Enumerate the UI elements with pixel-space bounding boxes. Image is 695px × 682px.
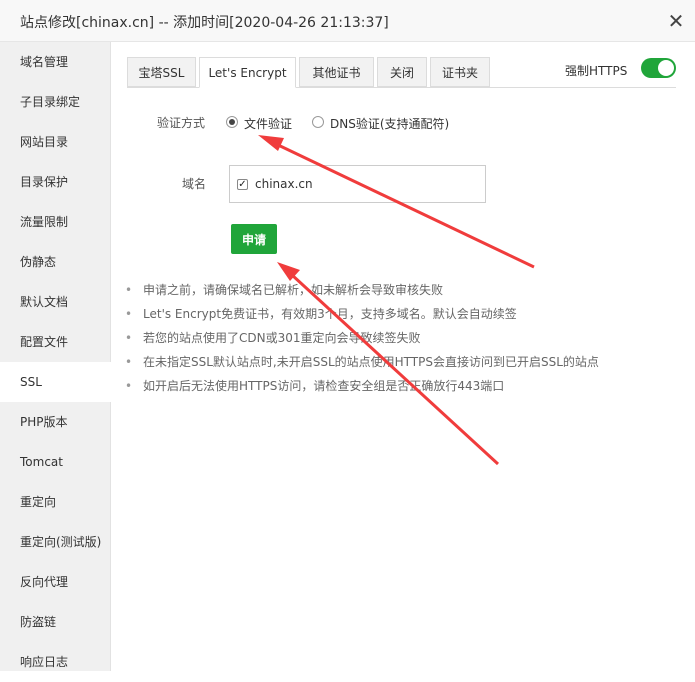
sidebar-item-domain-management[interactable]: 域名管理 bbox=[0, 42, 111, 82]
dns-verify-radio[interactable] bbox=[312, 116, 324, 128]
domain-list: ✓ chinax.cn bbox=[229, 165, 486, 203]
sidebar-item-tomcat[interactable]: Tomcat bbox=[0, 442, 111, 482]
notes-list: 申请之前，请确保域名已解析，如未解析会导致审核失败 Let's Encrypt免… bbox=[125, 283, 599, 403]
toggle-knob bbox=[658, 60, 674, 76]
sidebar-item-php-version[interactable]: PHP版本 bbox=[0, 402, 111, 442]
annotation-arrow-line bbox=[275, 142, 535, 269]
title-bar: 站点修改[chinax.cn] -- 添加时间[2020-04-26 21:13… bbox=[0, 0, 695, 42]
verify-method-label: 验证方式 bbox=[157, 116, 206, 130]
note-item: 若您的站点使用了CDN或301重定向会导致续签失败 bbox=[125, 331, 599, 355]
tab-other-certificate[interactable]: 其他证书 bbox=[299, 57, 374, 87]
tab-bt-ssl[interactable]: 宝塔SSL bbox=[127, 57, 196, 87]
dns-verify-label[interactable]: DNS验证(支持通配符) bbox=[330, 115, 449, 132]
sidebar-item-reverse-proxy[interactable]: 反向代理 bbox=[0, 562, 111, 602]
note-item: 如开启后无法使用HTTPS访问，请检查安全组是否正确放行443端口 bbox=[125, 379, 599, 403]
sidebar: 域名管理 子目录绑定 网站目录 目录保护 流量限制 伪静态 默认文档 配置文件 … bbox=[0, 42, 112, 671]
sidebar-item-response-log[interactable]: 响应日志 bbox=[0, 642, 111, 682]
sidebar-item-rewrite[interactable]: 伪静态 bbox=[0, 242, 111, 282]
force-https-label: 强制HTTPS bbox=[565, 64, 628, 78]
close-icon[interactable]: ✕ bbox=[666, 11, 686, 31]
file-verify-label[interactable]: 文件验证 bbox=[244, 115, 292, 132]
sidebar-item-config-file[interactable]: 配置文件 bbox=[0, 322, 111, 362]
sidebar-item-subdirectory-binding[interactable]: 子目录绑定 bbox=[0, 82, 111, 122]
note-item: Let's Encrypt免费证书，有效期3个月，支持多域名。默认会自动续签 bbox=[125, 307, 599, 331]
sidebar-item-ssl[interactable]: SSL bbox=[0, 362, 112, 402]
force-https-toggle[interactable] bbox=[641, 58, 676, 78]
domain-checkbox[interactable]: ✓ bbox=[237, 179, 248, 190]
sidebar-item-site-directory[interactable]: 网站目录 bbox=[0, 122, 111, 162]
note-item: 申请之前，请确保域名已解析，如未解析会导致审核失败 bbox=[125, 283, 599, 307]
domain-label: 域名 bbox=[182, 177, 207, 191]
tab-certificate-folder[interactable]: 证书夹 bbox=[430, 57, 490, 87]
sidebar-item-default-document[interactable]: 默认文档 bbox=[0, 282, 111, 322]
tab-lets-encrypt[interactable]: Let's Encrypt bbox=[199, 57, 296, 88]
sidebar-item-redirect[interactable]: 重定向 bbox=[0, 482, 111, 522]
annotation-arrowhead bbox=[258, 135, 284, 151]
sidebar-item-directory-protection[interactable]: 目录保护 bbox=[0, 162, 111, 202]
note-item: 在未指定SSL默认站点时,未开启SSL的站点使用HTTPS会直接访问到已开启SS… bbox=[125, 355, 599, 379]
file-verify-radio[interactable] bbox=[226, 116, 238, 128]
tab-close[interactable]: 关闭 bbox=[377, 57, 427, 87]
sidebar-item-redirect-beta[interactable]: 重定向(测试版) bbox=[0, 522, 111, 562]
apply-button[interactable]: 申请 bbox=[231, 224, 277, 254]
domain-name: chinax.cn bbox=[255, 177, 313, 191]
sidebar-item-hotlink-protection[interactable]: 防盗链 bbox=[0, 602, 111, 642]
window-title: 站点修改[chinax.cn] -- 添加时间[2020-04-26 21:13… bbox=[20, 15, 389, 31]
annotation-arrowhead bbox=[277, 262, 300, 281]
sidebar-item-traffic-limit[interactable]: 流量限制 bbox=[0, 202, 111, 242]
